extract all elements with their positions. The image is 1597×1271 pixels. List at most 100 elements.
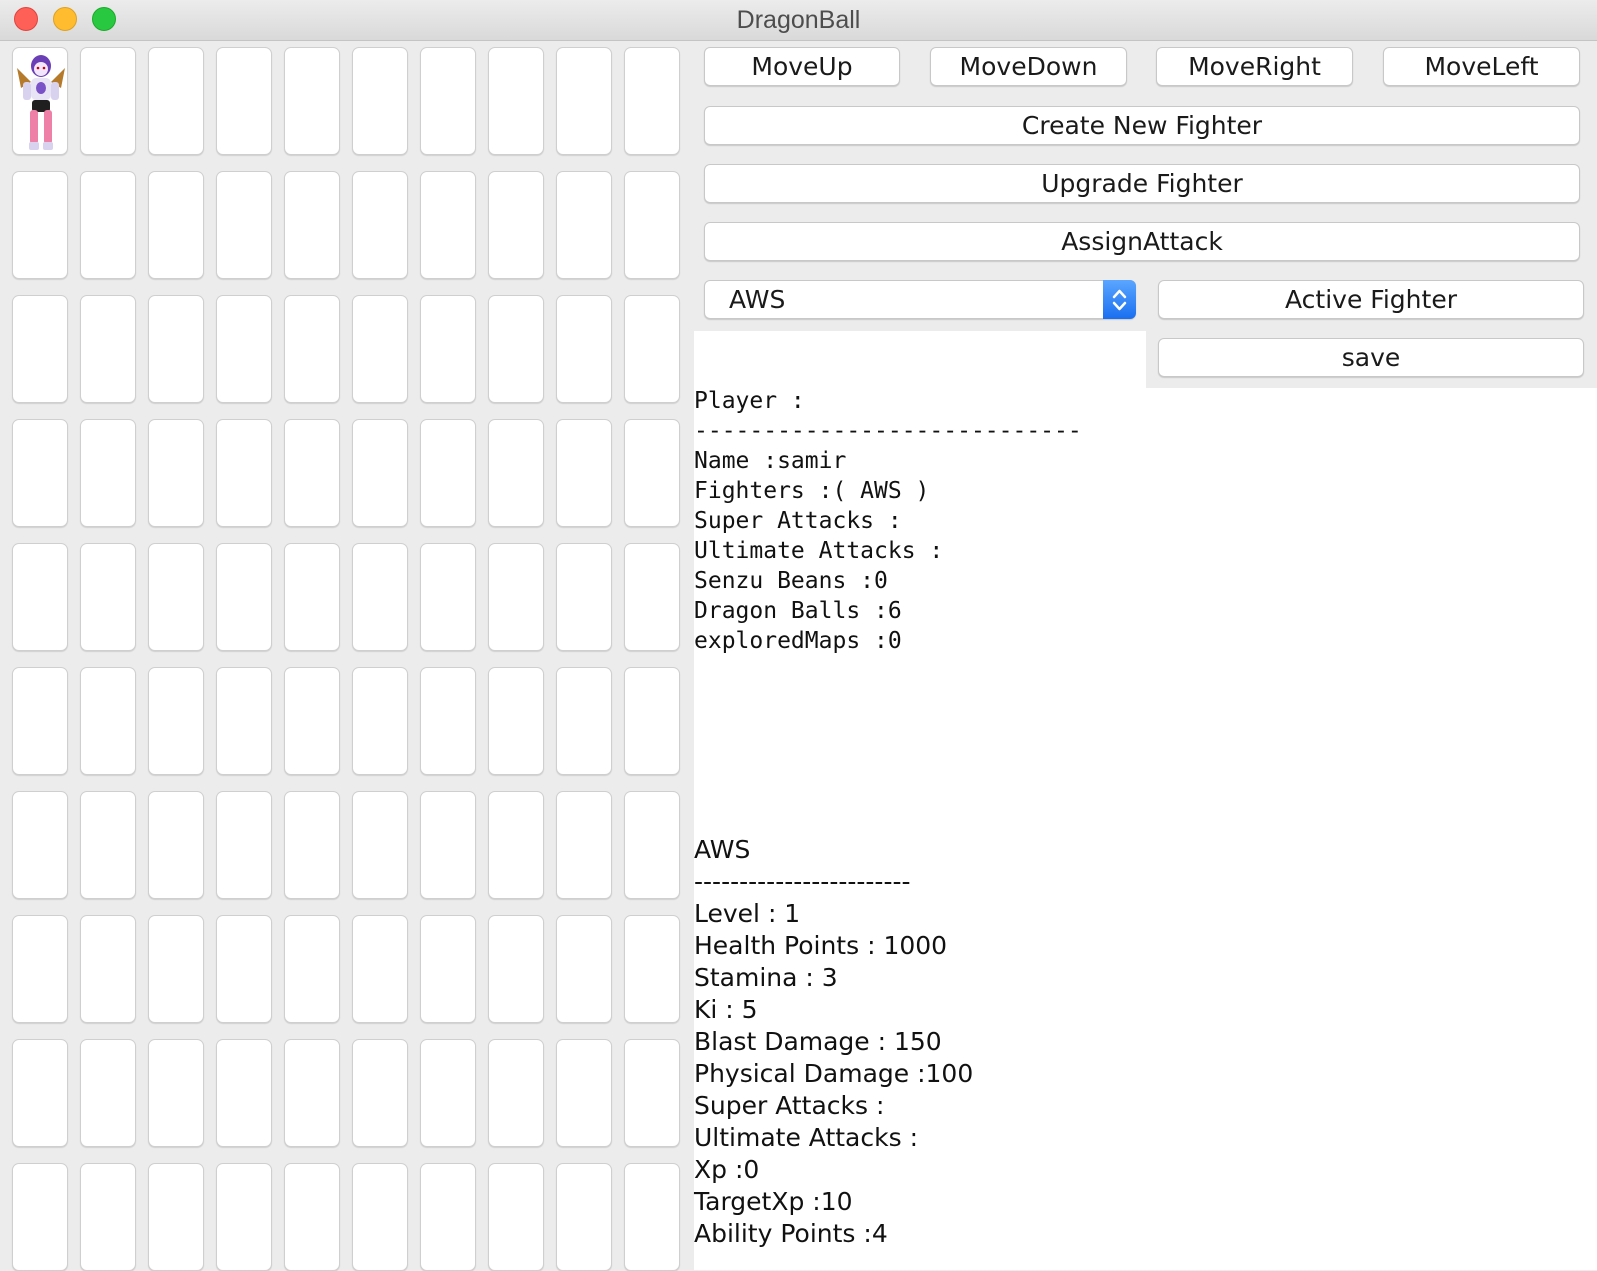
- map-cell[interactable]: [216, 419, 272, 527]
- map-cell[interactable]: [148, 1039, 204, 1147]
- map-cell[interactable]: [284, 1163, 340, 1271]
- up-down-chevron-icon[interactable]: [1103, 280, 1136, 319]
- map-cell[interactable]: [80, 915, 136, 1023]
- map-cell[interactable]: [556, 543, 612, 651]
- map-cell[interactable]: [352, 543, 408, 651]
- move-up-button[interactable]: MoveUp: [704, 47, 900, 86]
- map-cell[interactable]: [488, 295, 544, 403]
- map-cell[interactable]: [216, 915, 272, 1023]
- map-cell[interactable]: [284, 543, 340, 651]
- move-right-button[interactable]: MoveRight: [1156, 47, 1353, 86]
- map-cell[interactable]: [488, 791, 544, 899]
- map-cell[interactable]: [556, 47, 612, 155]
- map-cell[interactable]: [624, 1163, 680, 1271]
- map-cell[interactable]: [12, 667, 68, 775]
- map-cell[interactable]: [284, 47, 340, 155]
- map-cell[interactable]: [148, 295, 204, 403]
- map-cell[interactable]: [80, 543, 136, 651]
- map-cell[interactable]: [12, 419, 68, 527]
- map-cell[interactable]: [80, 1039, 136, 1147]
- map-cell[interactable]: [420, 543, 476, 651]
- map-cell[interactable]: [80, 791, 136, 899]
- map-cell[interactable]: [80, 295, 136, 403]
- map-cell[interactable]: [216, 295, 272, 403]
- map-cell[interactable]: [556, 171, 612, 279]
- map-cell[interactable]: [420, 1163, 476, 1271]
- map-cell[interactable]: [488, 915, 544, 1023]
- map-cell[interactable]: [624, 915, 680, 1023]
- map-cell[interactable]: [624, 295, 680, 403]
- map-cell[interactable]: [624, 1039, 680, 1147]
- map-cell[interactable]: [148, 791, 204, 899]
- active-fighter-button[interactable]: Active Fighter: [1158, 280, 1584, 319]
- map-cell[interactable]: [148, 171, 204, 279]
- assign-attack-button[interactable]: AssignAttack: [704, 222, 1580, 261]
- map-cell[interactable]: [148, 47, 204, 155]
- map-cell[interactable]: [352, 1039, 408, 1147]
- map-cell[interactable]: [556, 667, 612, 775]
- map-cell[interactable]: [216, 791, 272, 899]
- map-cell[interactable]: [556, 915, 612, 1023]
- map-cell[interactable]: [488, 171, 544, 279]
- map-cell[interactable]: [556, 791, 612, 899]
- map-cell[interactable]: [284, 667, 340, 775]
- upgrade-fighter-button[interactable]: Upgrade Fighter: [704, 164, 1580, 203]
- map-cell[interactable]: [352, 1163, 408, 1271]
- map-cell[interactable]: [80, 47, 136, 155]
- map-cell[interactable]: [352, 915, 408, 1023]
- map-cell[interactable]: [420, 171, 476, 279]
- map-cell[interactable]: [352, 667, 408, 775]
- map-cell[interactable]: [216, 47, 272, 155]
- create-new-fighter-button[interactable]: Create New Fighter: [704, 106, 1580, 145]
- map-cell[interactable]: [488, 1039, 544, 1147]
- map-cell[interactable]: [420, 47, 476, 155]
- map-cell[interactable]: [12, 1039, 68, 1147]
- map-cell[interactable]: [284, 295, 340, 403]
- map-cell[interactable]: [80, 419, 136, 527]
- map-cell[interactable]: [488, 1163, 544, 1271]
- map-cell[interactable]: [12, 791, 68, 899]
- map-cell[interactable]: [556, 1039, 612, 1147]
- map-cell[interactable]: [284, 419, 340, 527]
- map-cell[interactable]: [284, 1039, 340, 1147]
- map-cell[interactable]: [420, 915, 476, 1023]
- map-cell[interactable]: [216, 667, 272, 775]
- save-button[interactable]: save: [1158, 338, 1584, 377]
- map-cell[interactable]: [148, 419, 204, 527]
- map-cell[interactable]: [12, 171, 68, 279]
- map-cell[interactable]: [216, 1039, 272, 1147]
- map-cell[interactable]: [12, 47, 68, 155]
- map-cell[interactable]: [624, 667, 680, 775]
- map-cell[interactable]: [216, 543, 272, 651]
- map-cell[interactable]: [80, 667, 136, 775]
- map-cell[interactable]: [148, 543, 204, 651]
- map-cell[interactable]: [488, 543, 544, 651]
- map-cell[interactable]: [488, 667, 544, 775]
- map-cell[interactable]: [12, 543, 68, 651]
- map-cell[interactable]: [352, 791, 408, 899]
- map-cell[interactable]: [12, 915, 68, 1023]
- map-cell[interactable]: [624, 47, 680, 155]
- map-cell[interactable]: [488, 419, 544, 527]
- map-cell[interactable]: [556, 419, 612, 527]
- map-cell[interactable]: [148, 915, 204, 1023]
- map-cell[interactable]: [352, 419, 408, 527]
- map-cell[interactable]: [80, 1163, 136, 1271]
- map-cell[interactable]: [148, 667, 204, 775]
- map-cell[interactable]: [624, 791, 680, 899]
- map-cell[interactable]: [624, 171, 680, 279]
- map-cell[interactable]: [80, 171, 136, 279]
- map-cell[interactable]: [488, 47, 544, 155]
- map-cell[interactable]: [284, 915, 340, 1023]
- map-cell[interactable]: [352, 295, 408, 403]
- map-cell[interactable]: [12, 295, 68, 403]
- move-left-button[interactable]: MoveLeft: [1383, 47, 1580, 86]
- map-cell[interactable]: [284, 791, 340, 899]
- map-cell[interactable]: [420, 419, 476, 527]
- map-cell[interactable]: [216, 1163, 272, 1271]
- map-cell[interactable]: [216, 171, 272, 279]
- map-cell[interactable]: [352, 171, 408, 279]
- map-cell[interactable]: [12, 1163, 68, 1271]
- map-cell[interactable]: [556, 295, 612, 403]
- map-cell[interactable]: [624, 419, 680, 527]
